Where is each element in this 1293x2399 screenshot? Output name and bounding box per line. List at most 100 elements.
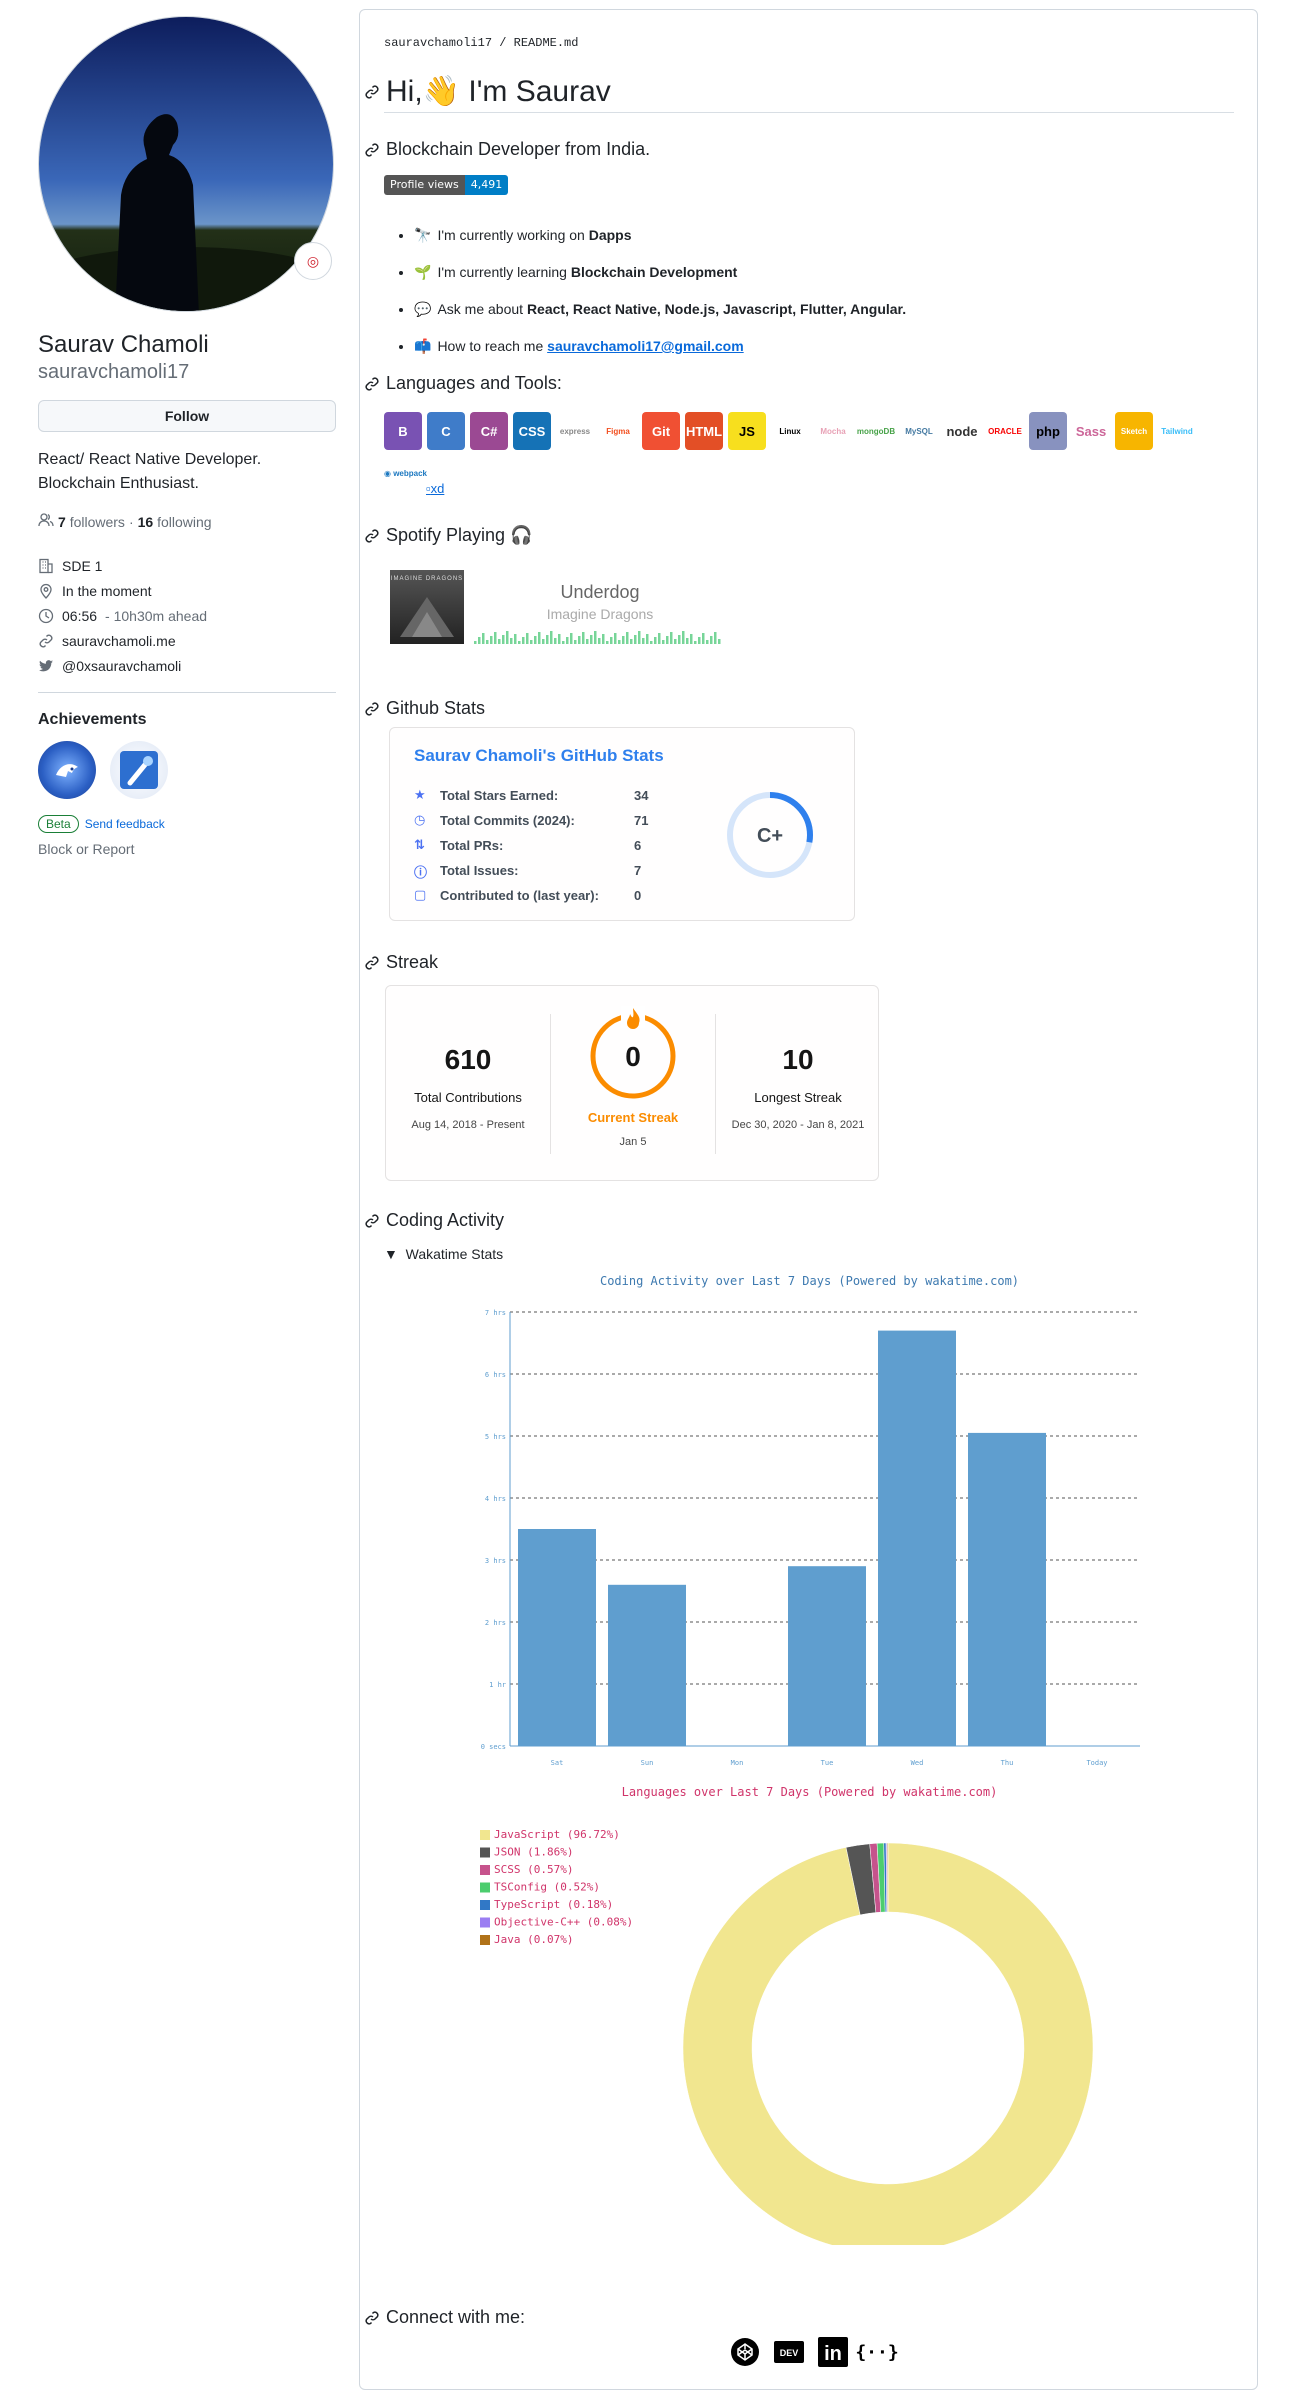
dev-to-icon[interactable]: DEV [774,2337,804,2367]
quickdraw-badge-icon[interactable] [110,741,168,799]
wave-bar [518,641,521,644]
spotify-card[interactable]: IMAGINE DRAGONS Underdog Imagine Dragons [390,570,730,650]
current-streak-section: 0 Current Streak Jan 5 [551,986,715,1180]
svg-text:in: in [824,2343,842,2365]
wave-bar [514,634,517,644]
twitter-item[interactable]: @0xsauravchamoli [38,653,336,678]
twitter-bird-icon [38,658,54,674]
stat-value: 34 [634,787,649,803]
wave-bar [486,640,489,644]
tool-mocha-icon[interactable]: Mocha [814,412,852,450]
stat-icon: ⇅ [414,837,425,852]
tool-css-icon[interactable]: CSS [513,412,551,450]
anchor-link-icon[interactable] [364,701,380,717]
anchor-link-icon[interactable] [364,1213,380,1229]
tool-sass-icon[interactable]: Sass [1072,412,1110,450]
block-report-link[interactable]: Block or Report [38,841,336,857]
tool-b-icon[interactable]: B [384,412,422,450]
tool-figma-icon[interactable]: Figma [599,412,637,450]
avatar[interactable] [38,16,334,312]
x-tick-label: Wed [911,1759,924,1767]
longest-streak-section: 10 Longest Streak Dec 30, 2020 - Jan 8, … [716,986,880,1180]
legend-label: Java (0.07%) [494,1933,573,1946]
tool-mysql-icon[interactable]: MySQL [900,412,938,450]
stat-row: ◷ Total Commits (2024): 71 [414,810,648,830]
total-contributions-range: Aug 14, 2018 - Present [411,1119,525,1131]
anchor-link-icon[interactable] [364,2310,380,2326]
connect-heading: Connect with me: [364,2307,525,2328]
legend-label: JSON (1.86%) [494,1846,573,1859]
wave-bar [706,640,709,644]
codepen-icon[interactable] [730,2337,760,2367]
wave-bar [558,634,561,644]
website-link[interactable]: sauravchamoli.me [62,633,176,649]
tool-c-icon[interactable]: C [427,412,465,450]
legend-swatch [480,1882,490,1893]
bullet-text: I'm currently working on [437,227,589,243]
send-feedback-link[interactable]: Send feedback [85,817,165,831]
tool-oracle-icon[interactable]: ORACLE [986,412,1024,450]
anchor-link-icon[interactable] [364,955,380,971]
stat-row: ⇅ Total PRs: 6 [414,835,641,855]
freecodecamp-icon[interactable]: {··} [855,2337,898,2367]
tool-node-icon[interactable]: node [943,412,981,450]
wave-bar [570,633,573,644]
tools-heading: Languages and Tools: [364,373,562,394]
anchor-link-icon[interactable] [364,142,380,158]
wave-bar [658,633,661,644]
email-link[interactable]: sauravchamoli17@gmail.com [547,338,744,354]
tool-php-icon[interactable]: php [1029,412,1067,450]
wave-bar [638,631,641,644]
tool-js-icon[interactable]: JS [728,412,766,450]
about-list-item: 🔭 I'm currently working on Dapps [414,217,906,254]
vcard-details: SDE 1 In the moment 06:56 - 10h30m ahead… [38,553,336,678]
wave-bar [546,635,549,644]
y-tick-label: 0 secs [481,1743,506,1751]
tool-mongodb-icon[interactable]: mongoDB [857,412,895,450]
svg-text:DEV: DEV [780,2348,799,2358]
connect-heading-text: Connect with me: [386,2307,526,2327]
bullet-emoji-icon: 💬 [414,301,432,317]
anchor-link-icon[interactable] [364,84,380,100]
divider [38,692,336,693]
bar-thu [968,1432,1046,1746]
pull-shark-badge-icon[interactable] [38,741,96,799]
y-tick-label: 1 hr [489,1681,506,1689]
website-item[interactable]: sauravchamoli.me [38,628,336,653]
beta-badge: Beta [38,815,79,833]
bullet-bold: Blockchain Development [570,264,738,280]
anchor-link-icon[interactable] [364,376,380,392]
wave-bar [522,637,525,644]
linkedin-icon[interactable]: in [818,2337,848,2367]
wave-bar [490,636,493,644]
connect-icons: DEV in {··} [730,2337,899,2367]
location-pin-icon [38,583,54,599]
xd-broken-image-icon[interactable]: ▫xd [426,481,444,496]
clock-icon [38,608,54,624]
twitter-link[interactable]: @0xsauravchamoli [62,658,181,674]
time-ahead: - 10h30m ahead [105,607,208,624]
tool-html-icon[interactable]: HTML [685,412,723,450]
wave-bar [710,636,713,644]
stat-icon: ⓘ [414,865,428,880]
following-link[interactable]: 16 following [138,514,212,530]
tool-git-icon[interactable]: Git [642,412,680,450]
tool-c-icon[interactable]: C# [470,412,508,450]
path-user-link[interactable]: sauravchamoli17 [384,36,492,50]
status-target-icon[interactable]: ◎ [294,242,332,280]
wakatime-details-toggle[interactable]: ▼ Wakatime Stats [384,1246,503,1262]
legend-label: Objective-C++ (0.08%) [494,1916,633,1929]
y-tick-label: 7 hrs [485,1309,506,1317]
bullet-bold: React, React Native, Node.js, Javascript… [526,301,907,317]
follow-button[interactable]: Follow [38,400,336,432]
tool-linux-icon[interactable]: Linux [771,412,809,450]
tool-express-icon[interactable]: express [556,412,594,450]
profile-login: sauravchamoli17 [38,361,190,383]
webpack-icon[interactable]: ◉ webpack [384,469,427,478]
anchor-link-icon[interactable] [364,528,380,544]
followers-link[interactable]: 7 followers [58,514,125,530]
tool-tailwind-icon[interactable]: Tailwind [1158,412,1196,450]
tool-sketch-icon[interactable]: Sketch [1115,412,1153,450]
stat-row: ⓘ Total Issues: 7 [414,860,641,881]
readme-title-heading: Hi,👋 I'm Saurav [364,74,611,109]
